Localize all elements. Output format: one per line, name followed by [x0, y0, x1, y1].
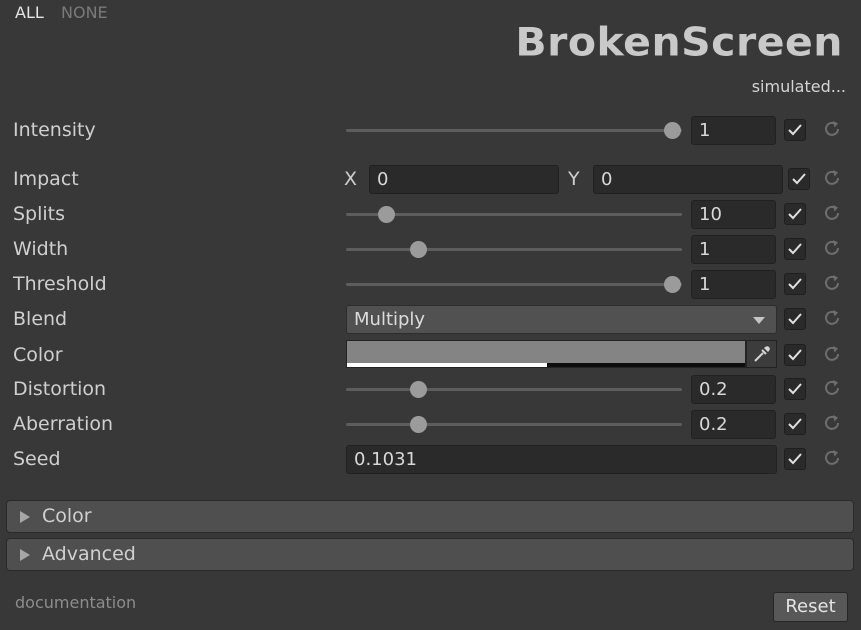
param-label: Blend [13, 308, 68, 330]
checkmark-icon [788, 278, 802, 290]
reset-icon[interactable] [821, 272, 843, 294]
color-override-checkbox[interactable] [784, 344, 806, 366]
reset-icon[interactable] [821, 377, 843, 399]
impact-x-label: X [344, 168, 358, 190]
impact-y-label: Y [568, 168, 580, 190]
param-row-seed: Seed 0.1031 [0, 442, 861, 477]
select-all-link[interactable]: ALL [15, 3, 44, 22]
triangle-right-icon [20, 549, 30, 561]
param-row-blend: Blend Multiply [0, 302, 861, 337]
reset-icon[interactable] [821, 118, 843, 140]
intensity-input[interactable]: 1 [691, 116, 776, 145]
splits-slider-track[interactable] [346, 213, 682, 216]
threshold-input[interactable]: 1 [691, 270, 776, 299]
blend-override-checkbox[interactable] [784, 308, 806, 330]
reset-button[interactable]: Reset [773, 592, 848, 622]
param-label: Width [13, 238, 69, 260]
checkmark-icon [788, 313, 802, 325]
eyedropper-icon [754, 346, 770, 362]
param-label: Seed [13, 448, 61, 470]
width-input[interactable]: 1 [691, 235, 776, 264]
section-label: Advanced [42, 543, 136, 565]
param-label: Aberration [13, 413, 114, 435]
chevron-down-icon [753, 317, 765, 324]
checkmark-icon [788, 383, 802, 395]
seed-override-checkbox[interactable] [784, 448, 806, 470]
distortion-slider-handle[interactable] [410, 381, 427, 398]
reset-icon[interactable] [821, 412, 843, 434]
reset-icon[interactable] [821, 167, 843, 189]
impact-override-checkbox[interactable] [788, 168, 810, 190]
color-section-foldout[interactable]: Color [6, 500, 854, 533]
intensity-slider-handle[interactable] [664, 122, 681, 139]
distortion-slider-track[interactable] [346, 388, 682, 391]
splits-input[interactable]: 10 [691, 200, 776, 229]
splits-slider-handle[interactable] [378, 206, 395, 223]
param-row-intensity: Intensity 1 [0, 113, 861, 148]
reset-icon[interactable] [821, 447, 843, 469]
checkmark-icon [792, 173, 806, 185]
seed-input[interactable]: 0.1031 [346, 445, 777, 474]
aberration-override-checkbox[interactable] [784, 413, 806, 435]
aberration-slider-track[interactable] [346, 423, 682, 426]
splits-override-checkbox[interactable] [784, 203, 806, 225]
checkmark-icon [788, 418, 802, 430]
reset-icon[interactable] [821, 343, 843, 365]
threshold-slider-handle[interactable] [664, 276, 681, 293]
param-row-impact: Impact X 0 Y 0 [0, 162, 861, 197]
alpha-bar-filled [347, 363, 547, 367]
logo-title: BrokenScreen [515, 19, 843, 65]
width-slider-handle[interactable] [410, 241, 427, 258]
param-label: Distortion [13, 378, 107, 400]
section-label: Color [42, 505, 92, 527]
impact-y-input[interactable]: 0 [593, 165, 783, 194]
param-label: Color [13, 344, 63, 366]
distortion-input[interactable]: 0.2 [691, 375, 776, 404]
reset-icon[interactable] [821, 307, 843, 329]
checkmark-icon [788, 243, 802, 255]
param-row-splits: Splits 10 [0, 197, 861, 232]
reset-icon[interactable] [821, 202, 843, 224]
eyedropper-button[interactable] [746, 340, 777, 368]
checkmark-icon [788, 453, 802, 465]
aberration-input[interactable]: 0.2 [691, 410, 776, 439]
param-row-distortion: Distortion 0.2 [0, 372, 861, 407]
advanced-section-foldout[interactable]: Advanced [6, 538, 854, 571]
select-none-link[interactable]: NONE [61, 3, 108, 22]
param-label: Intensity [13, 119, 96, 141]
documentation-link[interactable]: documentation [15, 593, 136, 612]
param-row-width: Width 1 [0, 232, 861, 267]
param-label: Splits [13, 203, 66, 225]
checkmark-icon [788, 208, 802, 220]
width-slider-track[interactable] [346, 248, 682, 251]
threshold-slider-track[interactable] [346, 283, 682, 286]
aberration-slider-handle[interactable] [410, 416, 427, 433]
blend-selected-value: Multiply [354, 309, 426, 330]
checkmark-icon [788, 124, 802, 136]
checkmark-icon [788, 349, 802, 361]
param-label: Threshold [13, 273, 107, 295]
threshold-override-checkbox[interactable] [784, 273, 806, 295]
reset-icon[interactable] [821, 237, 843, 259]
status-text: simulated... [751, 77, 846, 96]
param-row-color: Color [0, 338, 861, 373]
triangle-right-icon [20, 511, 30, 523]
alpha-bar-empty [547, 363, 745, 367]
param-row-threshold: Threshold 1 [0, 267, 861, 302]
width-override-checkbox[interactable] [784, 238, 806, 260]
distortion-override-checkbox[interactable] [784, 378, 806, 400]
blend-dropdown[interactable]: Multiply [346, 305, 777, 334]
intensity-override-checkbox[interactable] [784, 119, 806, 141]
param-row-aberration: Aberration 0.2 [0, 407, 861, 442]
param-label: Impact [13, 168, 79, 190]
intensity-slider-track[interactable] [346, 129, 682, 132]
impact-x-input[interactable]: 0 [369, 165, 559, 194]
